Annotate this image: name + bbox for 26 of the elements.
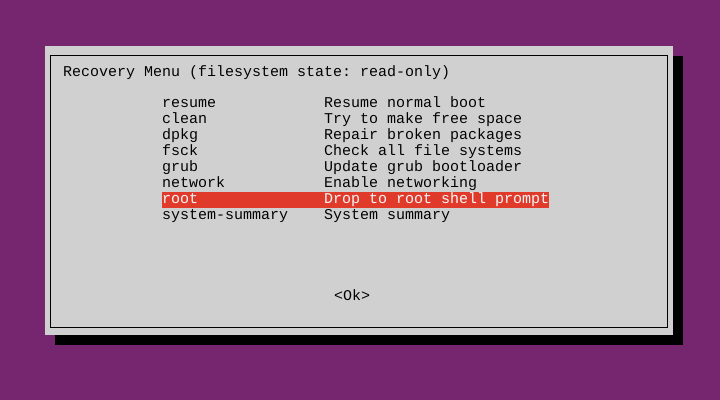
menu-item[interactable]: resume Resume normal boot: [162, 96, 486, 112]
menu-item[interactable]: root Drop to root shell prompt: [162, 192, 550, 208]
item-description: Resume normal boot: [324, 96, 486, 112]
ok-button[interactable]: <Ok>: [334, 289, 370, 305]
item-name: fsck: [162, 144, 200, 160]
item-name: resume: [162, 96, 218, 112]
item-name: clean: [162, 112, 208, 128]
menu-item[interactable]: grub Update grub bootloader: [162, 160, 522, 176]
item-description: Check all file systems: [324, 144, 522, 160]
item-description: Update grub bootloader: [324, 160, 522, 176]
menu-item[interactable]: clean Try to make free space: [162, 112, 522, 128]
item-name: system-summary: [162, 208, 290, 224]
item-name: grub: [162, 160, 200, 176]
item-description: Try to make free space: [324, 112, 522, 128]
item-description: Drop to root shell prompt: [324, 192, 550, 208]
item-name: dpkg: [162, 128, 200, 144]
menu-item[interactable]: dpkg Repair broken packages: [162, 128, 522, 144]
menu-item[interactable]: fsck Check all file systems: [162, 144, 522, 160]
item-description: Enable networking: [324, 176, 478, 192]
menu-item[interactable]: network Enable networking: [162, 176, 478, 192]
item-description: System summary: [324, 208, 450, 224]
item-description: Repair broken packages: [324, 128, 522, 144]
item-name: root: [162, 192, 200, 208]
dialog-title: Recovery Menu (filesystem state: read-only): [63, 65, 450, 81]
item-name: network: [162, 176, 226, 192]
menu-item[interactable]: system-summary System summary: [162, 208, 450, 224]
